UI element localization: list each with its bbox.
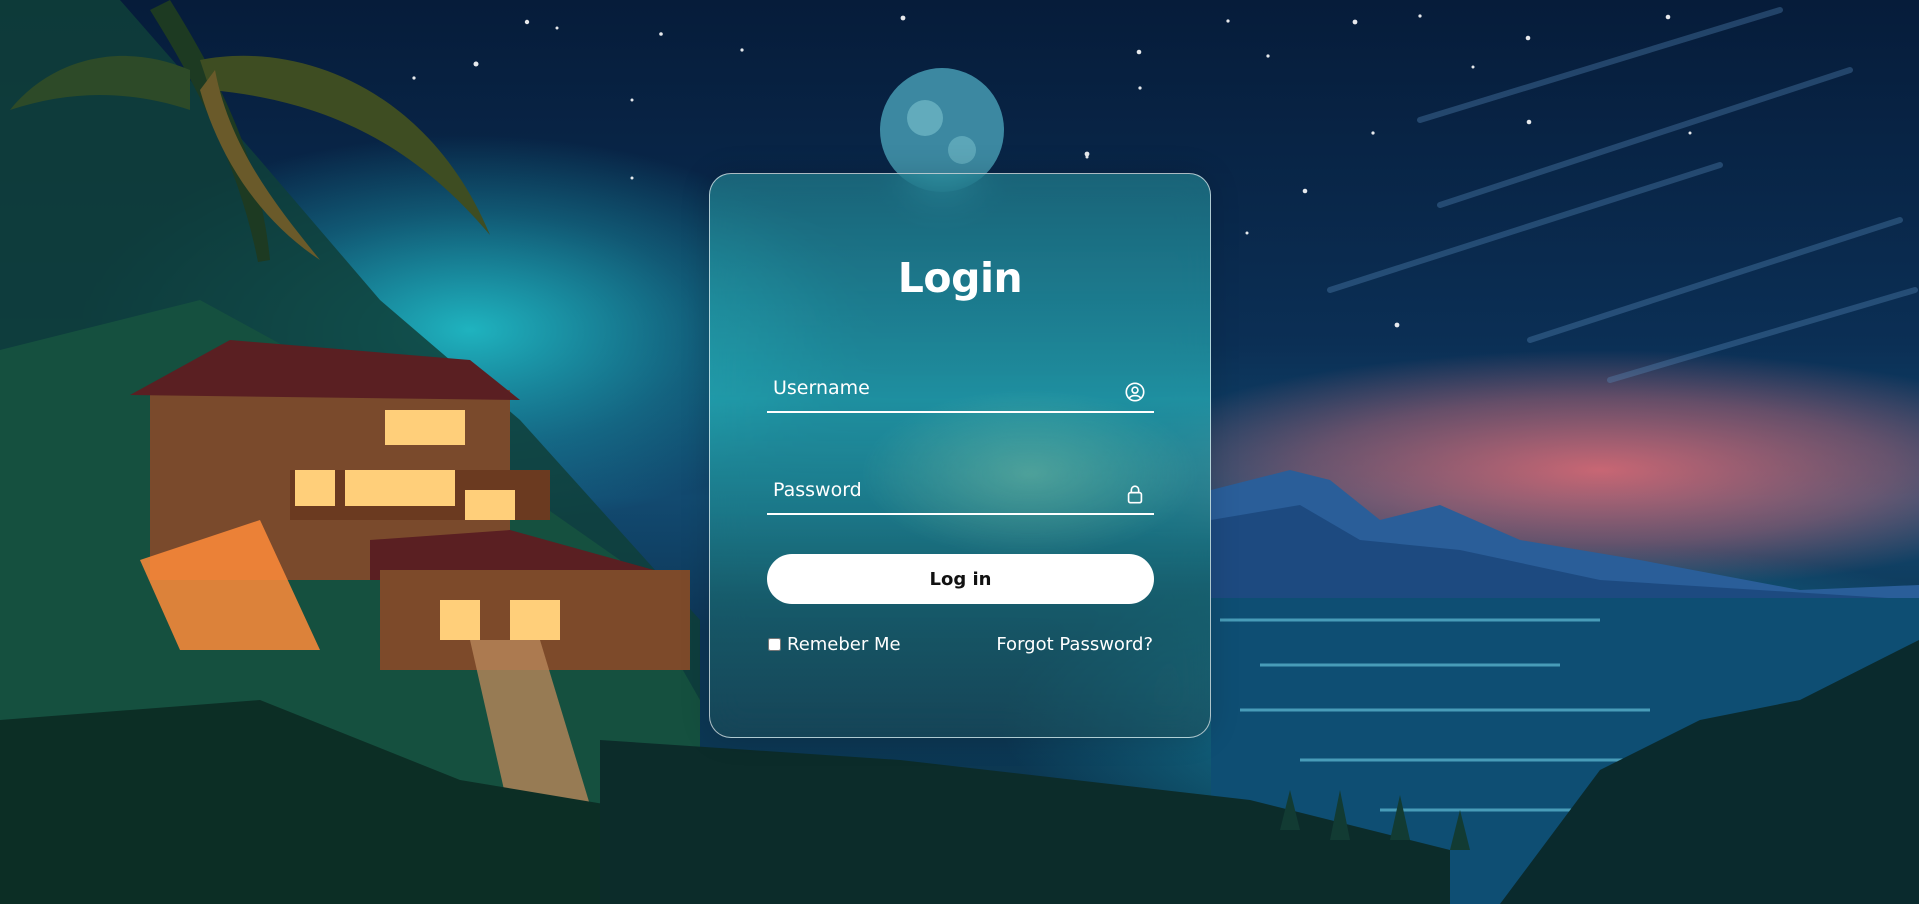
lock-icon <box>1127 485 1143 504</box>
login-button[interactable]: Log in <box>767 554 1154 604</box>
remember-me[interactable]: Remeber Me <box>767 634 901 655</box>
password-input[interactable] <box>767 469 1113 511</box>
remember-me-checkbox[interactable] <box>768 638 781 651</box>
login-page: Login Log in Remeber Me Forgot Password? <box>0 0 1919 904</box>
remember-me-label: Remeber Me <box>787 634 901 655</box>
login-title: Login <box>897 254 1023 302</box>
password-field <box>767 469 1154 515</box>
username-input[interactable] <box>767 367 1113 409</box>
forgot-password-link[interactable]: Forgot Password? <box>996 634 1153 655</box>
login-card: Login Log in Remeber Me Forgot Password? <box>709 173 1211 738</box>
username-field <box>767 367 1154 413</box>
user-circle-icon <box>1125 382 1145 402</box>
